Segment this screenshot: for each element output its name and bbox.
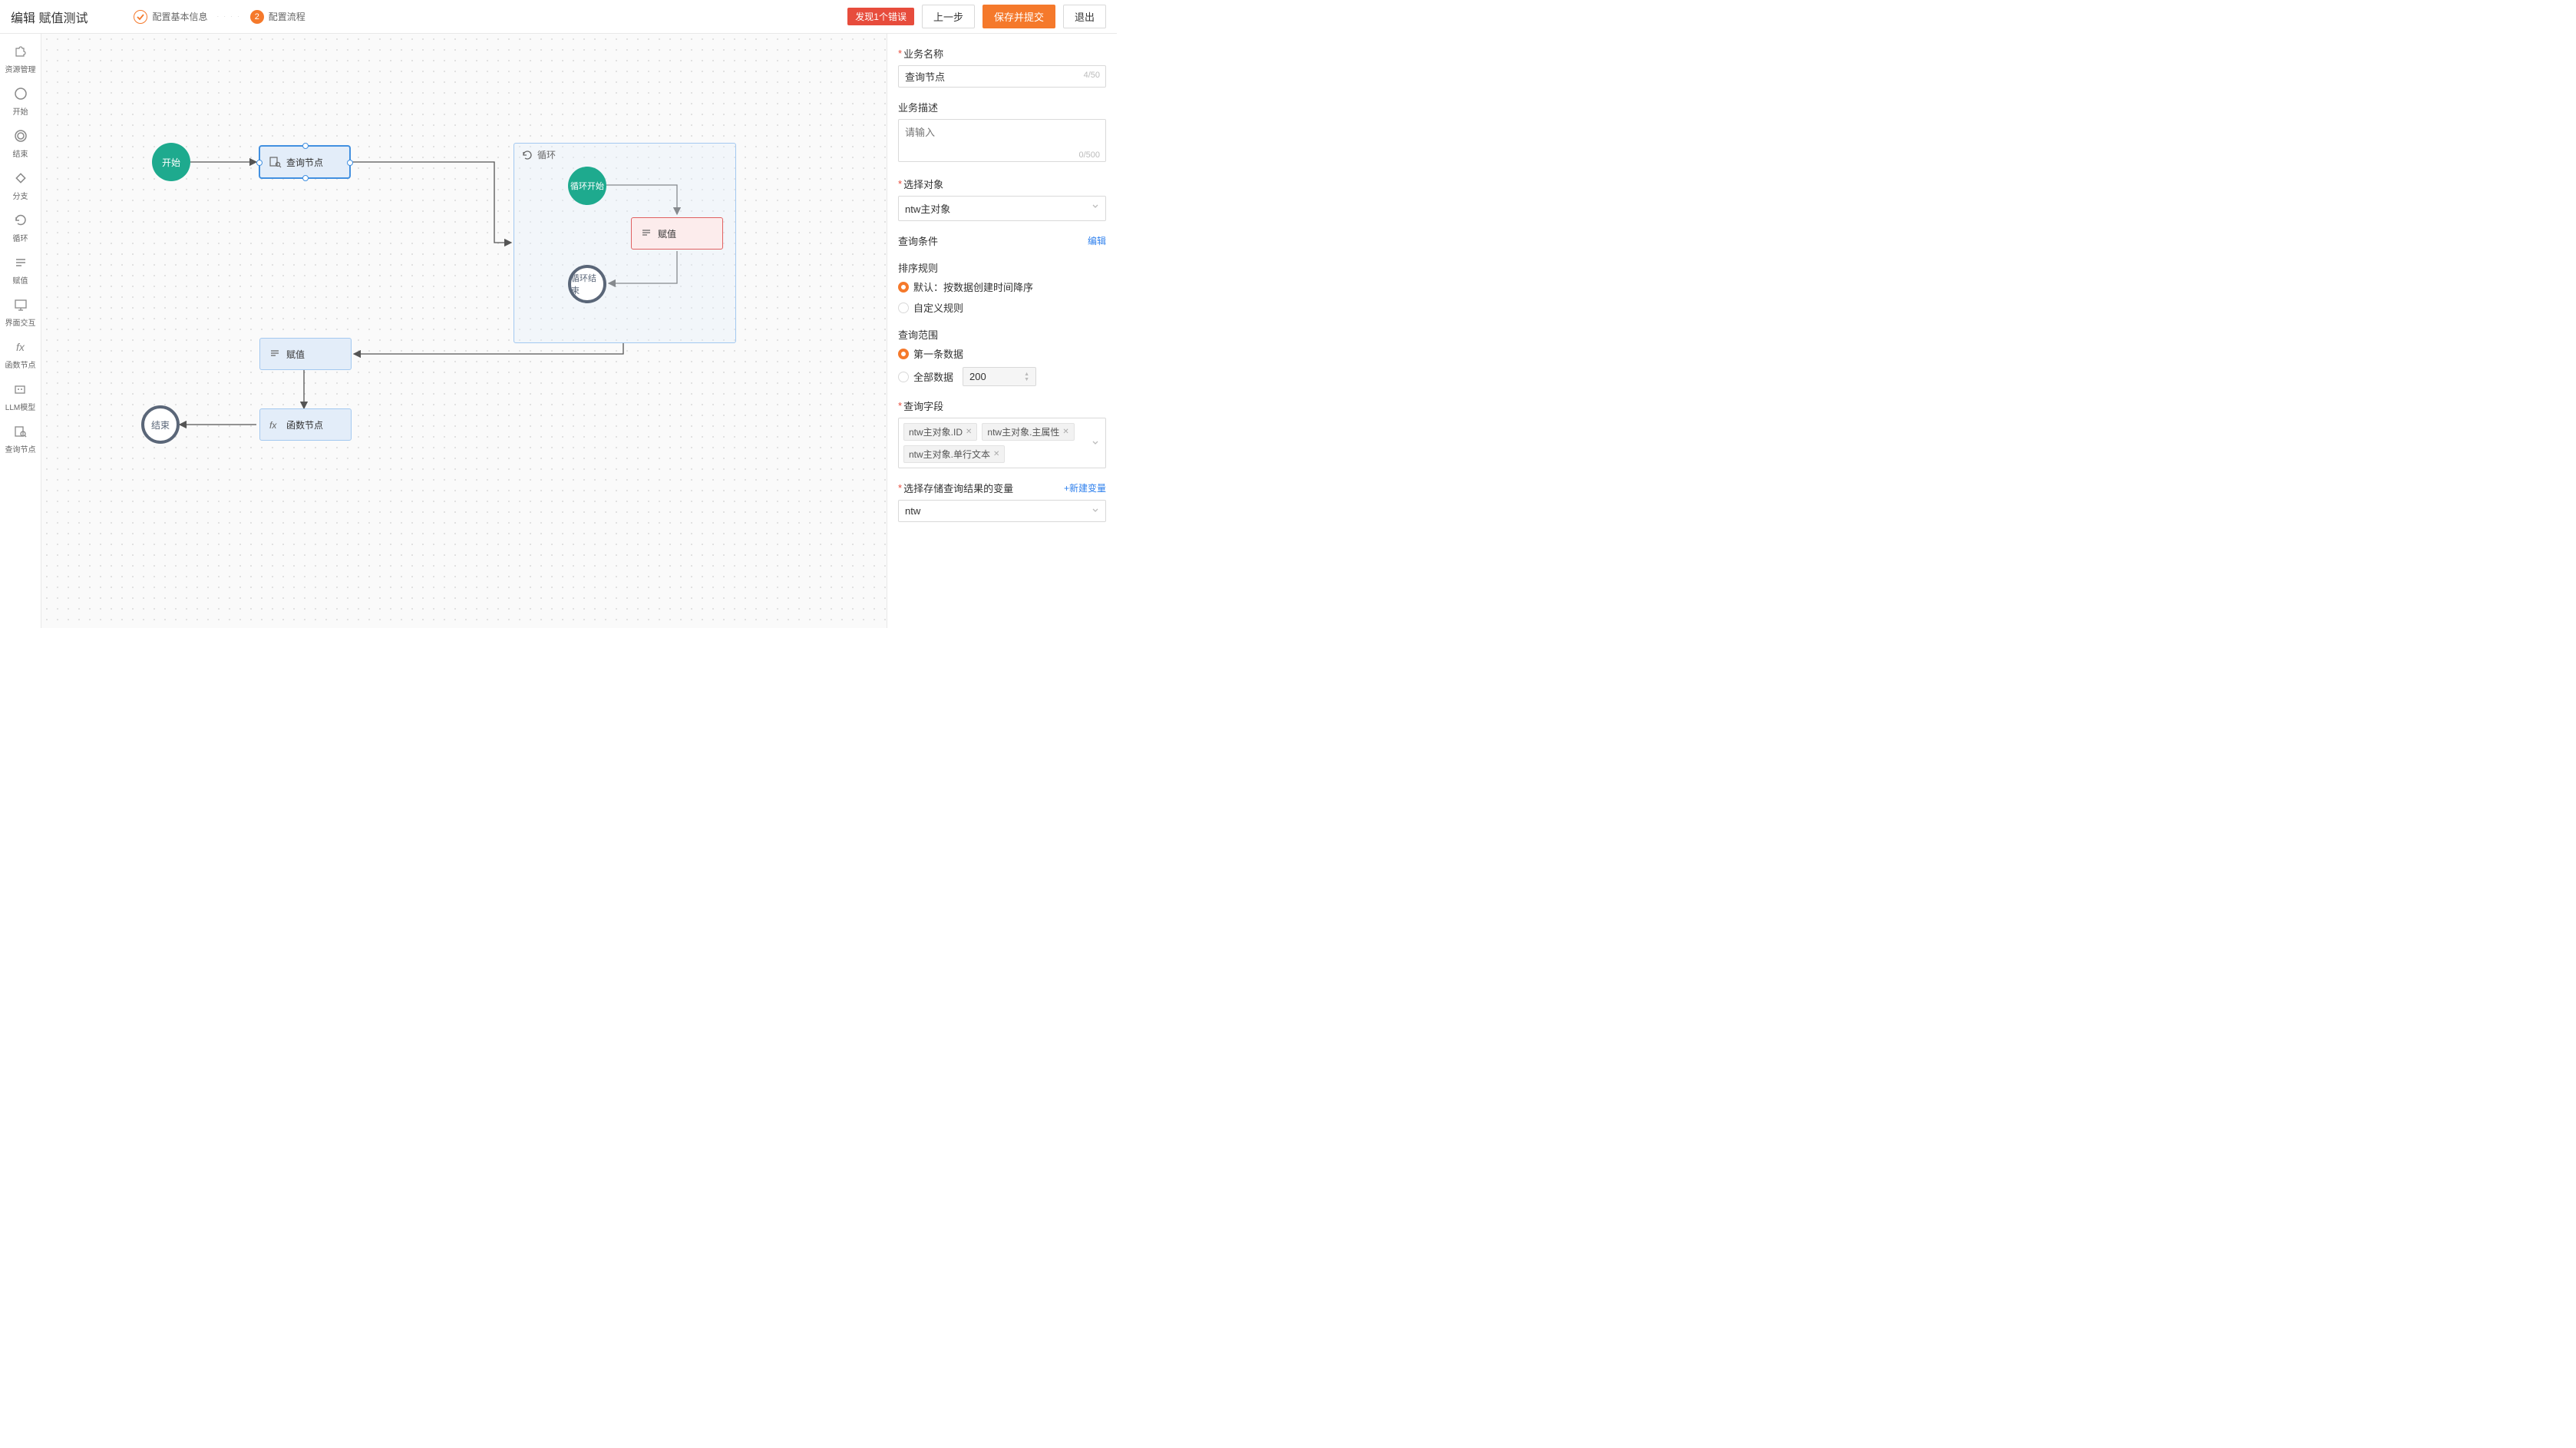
refresh-icon xyxy=(522,150,533,160)
store-var-dropdown[interactable]: ntw xyxy=(898,500,1106,522)
range-all-radio[interactable]: 全部数据 200▲▼ xyxy=(898,367,1106,386)
diamond-icon xyxy=(12,170,29,187)
node-loop-end[interactable]: 循环结束 xyxy=(568,265,606,303)
circle-icon xyxy=(12,85,29,102)
biz-desc-counter: 0/500 xyxy=(1078,150,1100,160)
error-badge[interactable]: 发现1个错误 xyxy=(847,8,914,25)
exit-button[interactable]: 退出 xyxy=(1063,5,1106,28)
palette-start[interactable]: 开始 xyxy=(12,85,29,117)
step-separator: · · · · xyxy=(216,13,240,20)
close-icon[interactable]: ✕ xyxy=(1062,428,1068,436)
edit-condition-link[interactable]: 编辑 xyxy=(1088,234,1106,247)
palette-resources[interactable]: 资源管理 xyxy=(5,43,36,74)
list-icon xyxy=(12,254,29,271)
palette-llm[interactable]: LLM模型 xyxy=(5,381,35,412)
field-tag[interactable]: ntw主对象.主属性✕ xyxy=(982,423,1074,441)
node-query[interactable]: 查询节点 xyxy=(259,146,350,178)
step-2[interactable]: 2 配置流程 xyxy=(250,10,305,24)
range-first-radio[interactable]: 第一条数据 xyxy=(898,346,1106,361)
node-end[interactable]: 结束 xyxy=(141,405,180,444)
node-start[interactable]: 开始 xyxy=(152,143,190,181)
palette-ui[interactable]: 界面交互 xyxy=(5,296,36,328)
biz-name-counter: 4/50 xyxy=(1084,71,1100,80)
query-fields-multiselect[interactable]: ntw主对象.ID✕ ntw主对象.主属性✕ ntw主对象.单行文本✕ xyxy=(898,418,1106,468)
chevron-down-icon xyxy=(1091,203,1099,210)
ring-icon xyxy=(12,127,29,144)
palette-assign[interactable]: 赋值 xyxy=(12,254,29,286)
prev-step-button[interactable]: 上一步 xyxy=(922,5,975,28)
loop-header: 循环 xyxy=(522,148,556,161)
query-icon xyxy=(269,156,282,168)
biz-name-input[interactable] xyxy=(898,65,1106,88)
header: 编辑 赋值测试 配置基本信息 · · · · 2 配置流程 发现1个错误 上一步… xyxy=(0,0,1117,34)
close-icon[interactable]: ✕ xyxy=(993,450,999,458)
palette-function[interactable]: fx函数节点 xyxy=(5,339,36,370)
node-loop-container[interactable]: 循环 循环开始 赋值 循环结束 xyxy=(514,143,736,343)
biz-desc-textarea[interactable] xyxy=(898,119,1106,162)
palette-branch[interactable]: 分支 xyxy=(12,170,29,201)
fx-icon: fx xyxy=(12,339,29,355)
refresh-icon xyxy=(12,212,29,229)
range-all-number[interactable]: 200▲▼ xyxy=(963,367,1036,386)
palette-loop[interactable]: 循环 xyxy=(12,212,29,243)
save-submit-button[interactable]: 保存并提交 xyxy=(983,5,1055,28)
puzzle-icon xyxy=(12,43,29,60)
node-assign-inner[interactable]: 赋值 xyxy=(631,217,723,250)
step-1[interactable]: 配置基本信息 xyxy=(134,10,207,24)
select-object-dropdown[interactable]: ntw主对象 xyxy=(898,196,1106,221)
close-icon[interactable]: ✕ xyxy=(966,428,972,436)
node-loop-start[interactable]: 循环开始 xyxy=(568,167,606,205)
page-title: 编辑 赋值测试 xyxy=(11,8,88,26)
flow-canvas[interactable]: 开始 查询节点 循环 循环开始 赋值 循环结束 赋值 fx 函数节点 结束 xyxy=(41,34,887,628)
field-tag[interactable]: ntw主对象.单行文本✕ xyxy=(903,445,1005,463)
node-assign-outer[interactable]: 赋值 xyxy=(259,338,352,370)
list-icon xyxy=(269,348,282,360)
new-var-link[interactable]: +新建变量 xyxy=(1064,481,1106,494)
step-number-badge: 2 xyxy=(250,10,264,24)
sort-default-radio[interactable]: 默认：按数据创建时间降序 xyxy=(898,279,1106,294)
node-palette: 资源管理 开始 结束 分支 循环 赋值 界面交互 fx函数节点 LLM模型 查询… xyxy=(0,34,41,628)
field-tag[interactable]: ntw主对象.ID✕ xyxy=(903,423,977,441)
chevron-down-icon xyxy=(1091,439,1099,447)
list-icon xyxy=(641,227,653,240)
monitor-icon xyxy=(12,296,29,313)
sort-custom-radio[interactable]: 自定义规则 xyxy=(898,300,1106,315)
check-icon xyxy=(134,10,147,24)
palette-end[interactable]: 结束 xyxy=(12,127,29,159)
palette-query[interactable]: 查询节点 xyxy=(5,423,36,455)
node-function[interactable]: fx 函数节点 xyxy=(259,408,352,441)
steps: 配置基本信息 · · · · 2 配置流程 xyxy=(134,10,305,24)
model-icon xyxy=(12,381,28,398)
query-icon xyxy=(12,423,29,440)
header-actions: 发现1个错误 上一步 保存并提交 退出 xyxy=(847,5,1106,28)
fx-icon: fx xyxy=(269,418,282,431)
chevron-down-icon xyxy=(1091,507,1099,514)
properties-panel: *业务名称 4/50 业务描述 0/500 *选择对象 ntw主对象 查询条件编… xyxy=(887,34,1117,628)
